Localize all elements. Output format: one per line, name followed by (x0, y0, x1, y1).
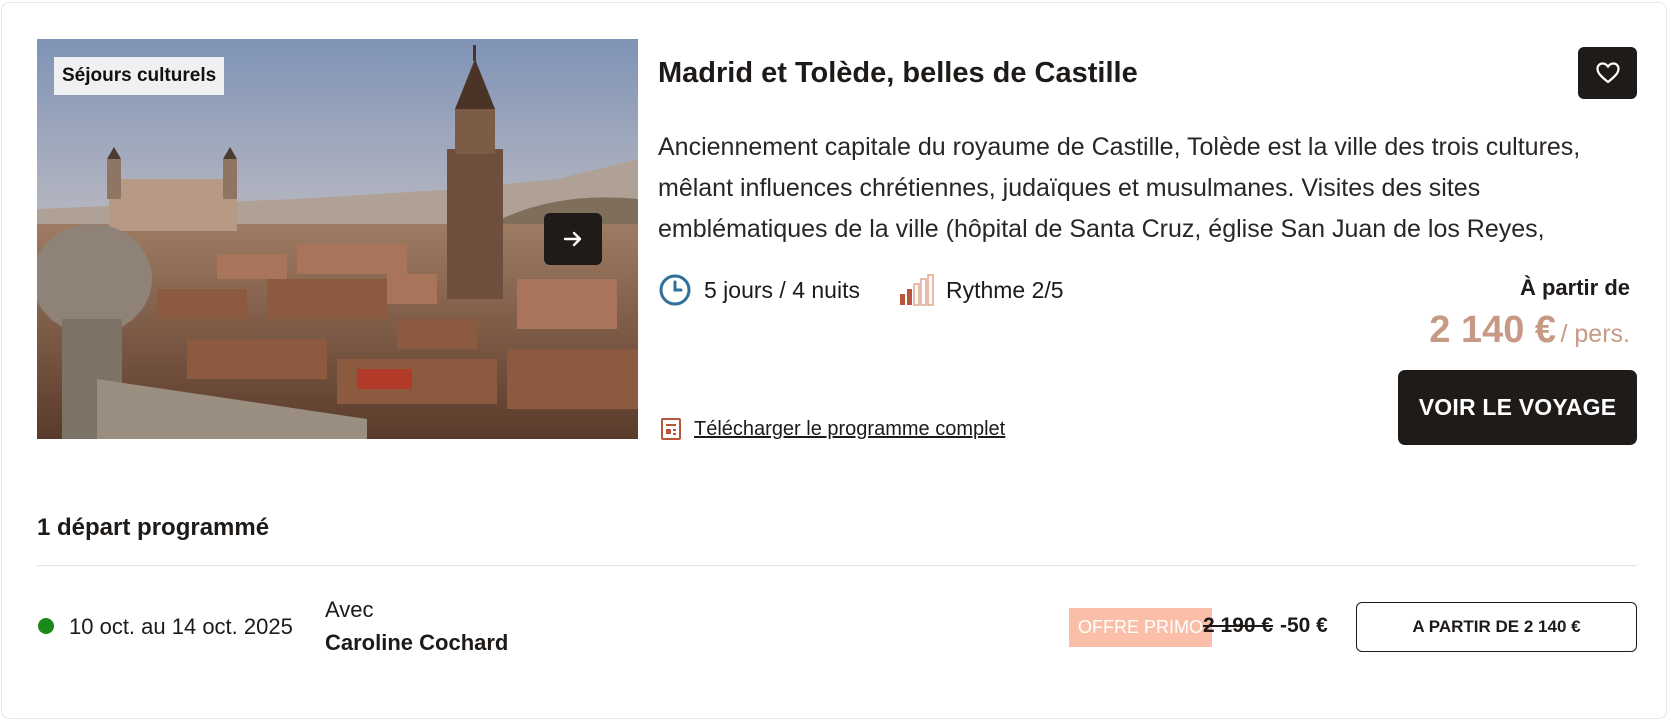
rhythm-text: Rythme 2/5 (945, 276, 1064, 303)
duration: 5 jours / 4 nuits (658, 273, 860, 307)
clock-icon (658, 273, 692, 307)
price-unit: / pers. (1560, 320, 1630, 348)
departure-price-button[interactable]: A PARTIR DE 2 140 € (1356, 602, 1637, 652)
price-from-label: À partir de (1519, 275, 1630, 300)
download-program-link[interactable]: Télécharger le programme complet (694, 418, 1005, 441)
trip-description: Anciennement capitale du royaume de Cast… (658, 133, 1581, 243)
category-badge: Séjours culturels (54, 57, 225, 95)
divider (37, 565, 1637, 566)
heart-icon (1595, 61, 1621, 85)
departure-dates: 10 oct. au 14 oct. 2025 (69, 614, 293, 639)
download-program[interactable]: Télécharger le programme complet (660, 417, 1005, 441)
arrow-right-icon (561, 227, 585, 251)
document-icon (660, 417, 682, 441)
view-trip-button[interactable]: VOIR LE VOYAGE (1398, 370, 1637, 445)
favorite-button[interactable] (1578, 47, 1637, 99)
next-photo-button[interactable] (544, 213, 602, 265)
status-dot (38, 618, 54, 634)
trip-meta: 5 jours / 4 nuits Rythme 2/5 (658, 273, 1064, 307)
departures-title: 1 départ programmé (37, 514, 270, 541)
trip-card: Séjours culturels Madrid et Tolède, bell… (1, 2, 1667, 719)
guide-label: Avec (325, 597, 374, 622)
rhythm: Rythme 2/5 (898, 274, 1064, 306)
guide-name: Caroline Cochard (325, 630, 509, 655)
rhythm-bars-icon (898, 274, 934, 306)
departure-row: 10 oct. au 14 oct. 2025 Avec Caroline Co… (37, 593, 1637, 655)
price-amount: 2 140 € (1429, 309, 1557, 351)
trip-photo[interactable]: Séjours culturels (37, 39, 638, 439)
duration-text: 5 jours / 4 nuits (704, 276, 860, 303)
old-price: 2 190 € (1203, 614, 1274, 637)
promo-badge: OFFRE PRIMO (1069, 608, 1212, 647)
trip-title[interactable]: Madrid et Tolède, belles de Castille (658, 57, 1138, 90)
discount: -50 € (1280, 614, 1328, 637)
price: 2 140 € / pers. (1429, 309, 1630, 352)
